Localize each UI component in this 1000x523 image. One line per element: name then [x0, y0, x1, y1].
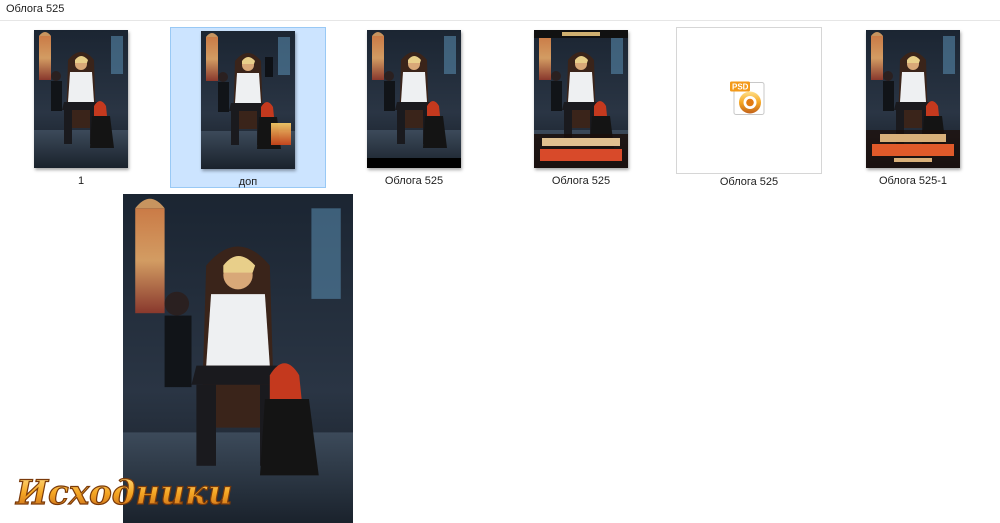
psd-file-icon: PSD [728, 78, 770, 123]
window-title: Облога 525 [6, 3, 65, 15]
file-name: Облога 525 [384, 175, 444, 187]
file-name: Облога 525-1 [878, 175, 948, 187]
watermark-logo: Исходники [12, 468, 237, 521]
image-thumbnail [866, 30, 960, 168]
file-name: Облога 525 [719, 176, 779, 188]
image-thumbnail [34, 30, 128, 168]
file-name: Облога 525 [551, 175, 611, 187]
file-item-psd[interactable]: PSD [676, 27, 822, 174]
file-item-obloga-525-1[interactable]: Облога 525-1 [835, 27, 991, 188]
file-name: доп [238, 176, 258, 188]
image-thumbnail [201, 31, 295, 169]
image-thumbnail [367, 30, 461, 168]
window-title-bar: Облога 525 [0, 0, 1000, 21]
file-item-1[interactable]: 1 [3, 27, 159, 188]
watermark-text: Исходники [15, 473, 233, 513]
file-name: 1 [77, 175, 85, 187]
file-item-obloga-525-cover[interactable]: Облога 525 [503, 27, 659, 188]
image-thumbnail [534, 30, 628, 168]
file-item-dop[interactable]: доп [170, 27, 326, 188]
psd-badge: PSD [732, 82, 749, 91]
file-item-obloga-525-a[interactable]: Облога 525 [336, 27, 492, 188]
